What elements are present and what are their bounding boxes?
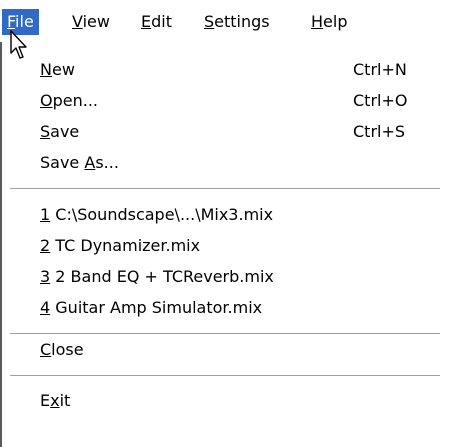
- menu-item-save-accel: S: [40, 122, 51, 141]
- recent-3-label: 2 Band EQ + TCReverb.mix: [50, 267, 274, 286]
- menu-file-accel: F: [7, 12, 16, 31]
- menu-item-exit[interactable]: Exit: [40, 388, 70, 414]
- recent-2-accel: 2: [40, 236, 51, 255]
- menu-view-accel: V: [72, 12, 83, 31]
- menu-edit-rest: dit: [151, 12, 172, 31]
- arrow-pointer-icon: [10, 30, 27, 59]
- menu-edit[interactable]: Edit: [136, 9, 177, 35]
- recent-2-label: TC Dynamizer.mix: [50, 236, 201, 255]
- menu-item-open[interactable]: Open...: [40, 88, 98, 114]
- menu-item-close-accel: C: [40, 340, 52, 359]
- menu-item-save-rest: ave: [50, 122, 80, 141]
- menu-help[interactable]: Help: [306, 9, 352, 35]
- shortcut-new: Ctrl+N: [353, 60, 407, 79]
- menu-item-close-rest: lose: [51, 340, 84, 359]
- menu-edit-accel: E: [141, 12, 152, 31]
- menu-bar: File View Edit Settings Help: [0, 0, 453, 42]
- menu-settings[interactable]: Settings: [199, 9, 275, 35]
- menu-item-save-as[interactable]: Save As...: [40, 150, 119, 176]
- menu-settings-accel: S: [204, 12, 215, 31]
- menu-item-close[interactable]: Close: [40, 337, 84, 363]
- menu-item-save-as-pre: Save: [40, 153, 85, 172]
- separator: [10, 333, 440, 335]
- menu-view-rest: iew: [82, 12, 110, 31]
- dropdown-border: [0, 42, 2, 447]
- recent-3-accel: 3: [40, 267, 51, 286]
- file-menu-dropdown: New Ctrl+N Open... Ctrl+O Save Ctrl+S Sa…: [0, 42, 453, 447]
- menu-view[interactable]: View: [67, 9, 115, 35]
- menu-help-accel: H: [311, 12, 324, 31]
- menu-file-rest: ile: [15, 12, 34, 31]
- separator: [10, 375, 440, 377]
- menu-item-recent-1[interactable]: 1 C:\Soundscape\...\Mix3.mix: [40, 202, 273, 228]
- menu-item-save-as-rest: s...: [95, 153, 119, 172]
- menu-item-open-accel: O: [40, 91, 53, 110]
- shortcut-save: Ctrl+S: [353, 122, 406, 141]
- menu-item-open-rest: pen...: [52, 91, 98, 110]
- menu-item-exit-pre: E: [40, 391, 51, 410]
- menu-item-new-accel: N: [40, 60, 52, 79]
- menu-item-recent-4[interactable]: 4 Guitar Amp Simulator.mix: [40, 295, 262, 321]
- menu-item-recent-2[interactable]: 2 TC Dynamizer.mix: [40, 233, 200, 259]
- menu-item-save[interactable]: Save: [40, 119, 79, 145]
- shortcut-open: Ctrl+O: [353, 91, 408, 110]
- recent-1-label: C:\Soundscape\...\Mix3.mix: [50, 205, 274, 224]
- menu-help-rest: elp: [323, 12, 348, 31]
- recent-4-label: Guitar Amp Simulator.mix: [50, 298, 263, 317]
- menu-item-save-as-accel: A: [84, 153, 96, 172]
- menu-item-new[interactable]: New: [40, 57, 75, 83]
- recent-4-accel: 4: [40, 298, 51, 317]
- menu-item-exit-accel: x: [50, 391, 60, 410]
- menu-settings-rest: ettings: [214, 12, 270, 31]
- recent-1-accel: 1: [40, 205, 51, 224]
- separator: [10, 188, 440, 190]
- menu-item-new-rest: ew: [51, 60, 75, 79]
- menu-item-exit-rest: it: [59, 391, 71, 410]
- menu-item-recent-3[interactable]: 3 2 Band EQ + TCReverb.mix: [40, 264, 274, 290]
